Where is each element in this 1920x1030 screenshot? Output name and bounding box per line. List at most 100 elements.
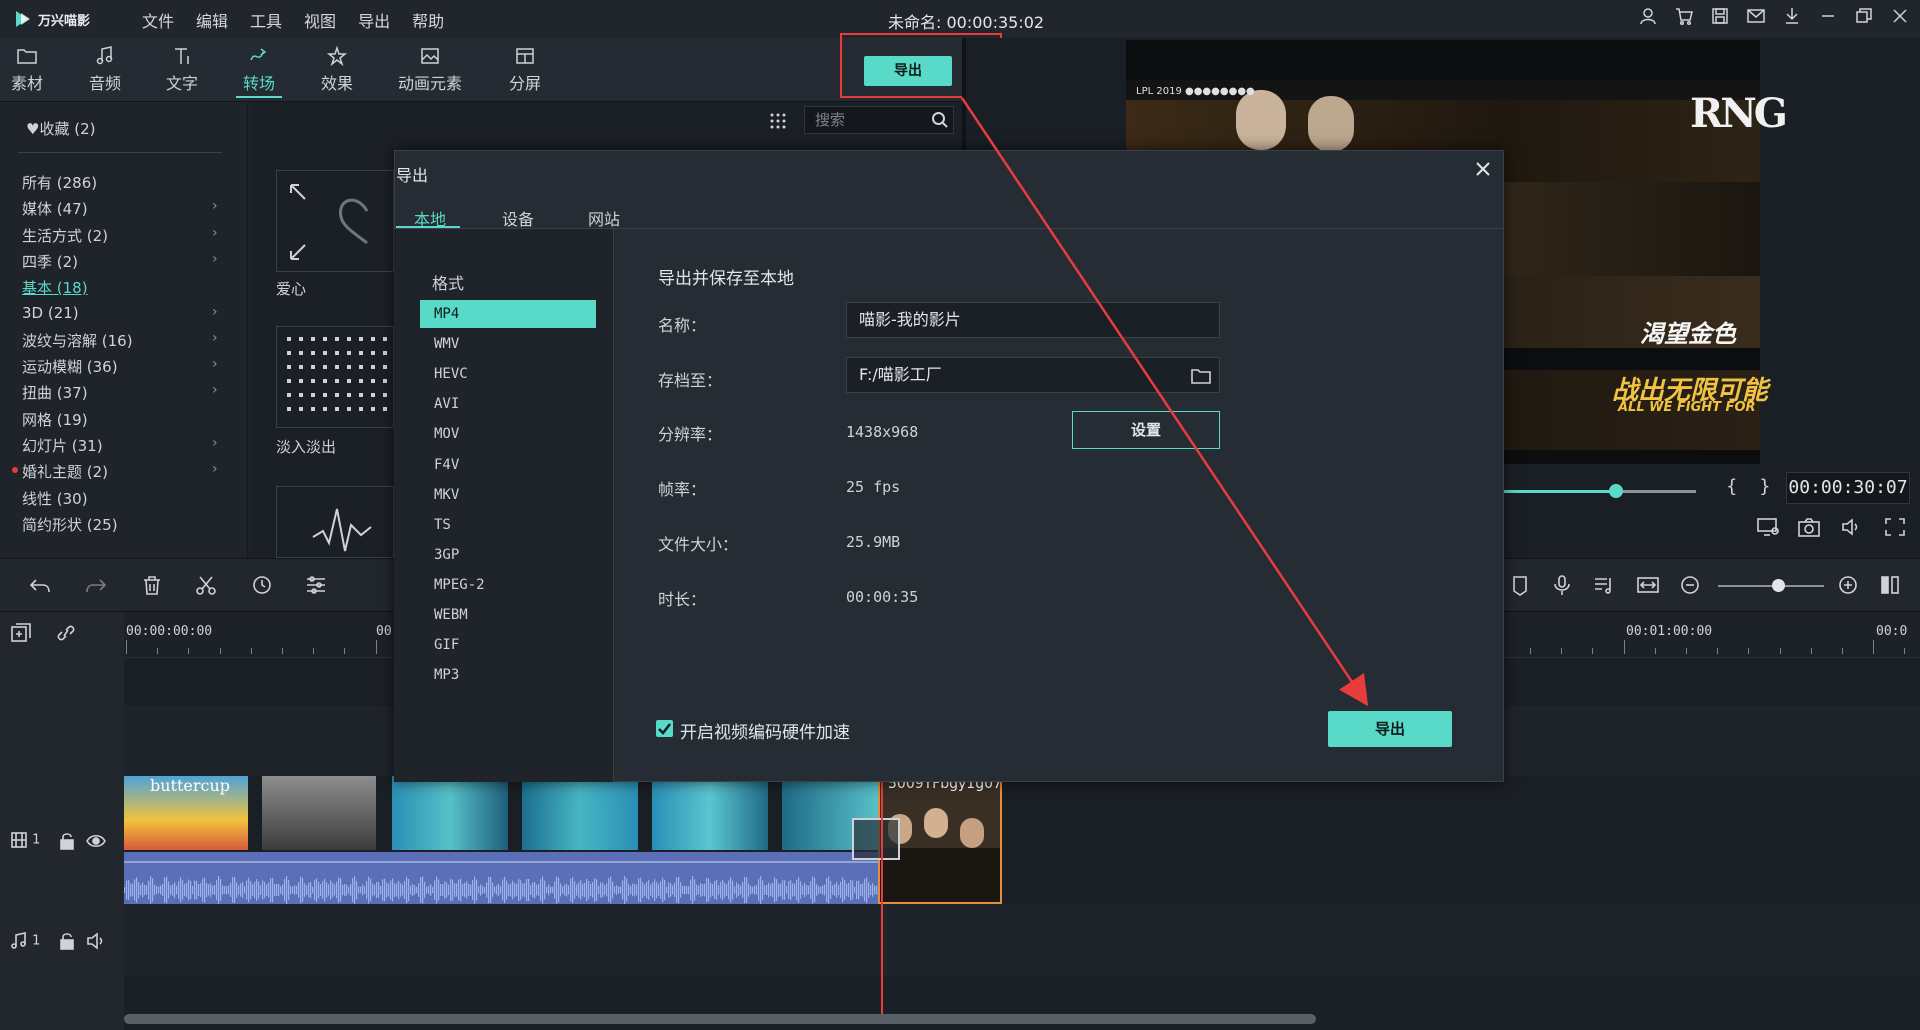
user-icon[interactable] [1638, 6, 1658, 26]
format-option[interactable]: MOV [420, 420, 596, 448]
format-option[interactable]: MPEG-2 [420, 571, 596, 599]
transition-thumb-fade[interactable] [276, 326, 394, 428]
menu-edit[interactable]: 编辑 [196, 8, 228, 32]
download-icon[interactable] [1782, 6, 1802, 26]
fit-timeline-icon[interactable] [1636, 574, 1660, 596]
adjust-sliders-icon[interactable] [304, 574, 328, 596]
playback-scrubber[interactable] [1608, 484, 1623, 498]
marker-icon[interactable] [1508, 574, 1532, 596]
mail-icon[interactable] [1746, 6, 1766, 26]
menu-export[interactable]: 导出 [358, 8, 390, 32]
settings-button[interactable]: 设置 [1072, 411, 1220, 449]
format-option[interactable]: WEBM [420, 601, 596, 629]
tab-elements[interactable]: 动画元素 [395, 46, 465, 94]
microphone-icon[interactable] [1550, 574, 1574, 596]
sidebar-category[interactable]: 网格 (19) [22, 409, 88, 430]
sidebar-category[interactable]: 四季 (2) [22, 251, 78, 272]
audio-track[interactable] [124, 904, 1920, 976]
sidebar-category[interactable]: 扭曲 (37) [22, 382, 88, 403]
panel-toggle-icon[interactable] [1878, 574, 1902, 596]
fullscreen-icon[interactable] [1883, 516, 1907, 538]
chevron-right-icon[interactable]: › [212, 251, 218, 267]
speaker-icon[interactable] [86, 932, 106, 950]
format-option[interactable]: MP4 [420, 300, 596, 328]
audio-waveform[interactable] [124, 852, 878, 904]
chevron-right-icon[interactable]: › [212, 382, 218, 398]
dialog-export-button[interactable]: 导出 [1328, 711, 1452, 747]
sidebar-category[interactable]: 所有 (286) [22, 172, 97, 193]
snapshot-icon[interactable] [1797, 516, 1821, 538]
sidebar-category[interactable]: 媒体 (47) [22, 198, 88, 219]
redo-icon[interactable] [84, 574, 108, 596]
sidebar-category[interactable]: 基本 (18) [22, 277, 88, 298]
sidebar-category[interactable]: 波纹与溶解 (16) [22, 330, 133, 351]
voiceover-list-icon[interactable] [1592, 574, 1616, 596]
zoom-in-icon[interactable] [1836, 574, 1860, 596]
format-option[interactable]: MKV [420, 481, 596, 509]
scissors-icon[interactable] [194, 574, 218, 596]
menu-tools[interactable]: 工具 [250, 8, 282, 32]
close-icon[interactable] [1890, 6, 1910, 26]
eye-icon[interactable] [86, 832, 106, 850]
lock-icon[interactable] [58, 832, 76, 850]
delete-icon[interactable] [140, 574, 164, 596]
tab-transition[interactable]: 转场 [224, 46, 294, 98]
menu-help[interactable]: 帮助 [412, 8, 444, 32]
sidebar-category[interactable]: 运动模糊 (36) [22, 356, 118, 377]
chevron-right-icon[interactable]: › [212, 435, 218, 451]
format-option[interactable]: F4V [420, 451, 596, 479]
chevron-right-icon[interactable]: › [212, 198, 218, 214]
timeline-scrollbar[interactable] [124, 1014, 1316, 1024]
format-option[interactable]: WMV [420, 330, 596, 358]
transition-thumb-heart[interactable] [276, 170, 394, 272]
chevron-right-icon[interactable]: › [212, 225, 218, 241]
link-icon[interactable] [54, 622, 78, 644]
format-option[interactable]: TS [420, 511, 596, 539]
speed-clock-icon[interactable] [250, 574, 274, 596]
playhead-line[interactable] [881, 776, 883, 1016]
search-icon[interactable] [931, 111, 949, 129]
sidebar-category[interactable]: 3D (21) [22, 304, 79, 322]
format-option[interactable]: MP3 [420, 661, 596, 689]
hw-accel-checkbox[interactable] [656, 720, 673, 737]
zoom-slider-thumb[interactable] [1772, 579, 1785, 592]
save-path-field[interactable]: F:/喵影工厂 [846, 357, 1220, 393]
close-icon[interactable] [1472, 158, 1494, 180]
tab-media[interactable]: 素材 [0, 46, 62, 94]
video-clip[interactable] [652, 776, 768, 850]
sidebar-category[interactable]: 生活方式 (2) [22, 225, 108, 246]
zoom-out-icon[interactable] [1678, 574, 1702, 596]
sidebar-category[interactable]: 婚礼主题 (2) [22, 461, 108, 482]
lock-icon[interactable] [58, 932, 76, 950]
name-field[interactable]: 喵影-我的影片 [846, 302, 1220, 338]
tab-device[interactable]: 设备 [502, 206, 534, 230]
mark-in-out-button[interactable]: { } [1726, 476, 1779, 497]
undo-icon[interactable] [28, 574, 52, 596]
menu-view[interactable]: 视图 [304, 8, 336, 32]
sidebar-category[interactable]: 幻灯片 (31) [22, 435, 103, 456]
chevron-right-icon[interactable]: › [212, 356, 218, 372]
sidebar-category[interactable]: 线性 (30) [22, 488, 88, 509]
format-option[interactable]: HEVC [420, 360, 596, 388]
add-track-icon[interactable] [10, 622, 34, 644]
format-option[interactable]: AVI [420, 390, 596, 418]
zoom-slider-track[interactable] [1718, 585, 1824, 587]
save-icon[interactable] [1710, 6, 1730, 26]
volume-icon[interactable] [1840, 516, 1864, 538]
cart-icon[interactable] [1674, 6, 1694, 26]
folder-icon[interactable] [1190, 366, 1212, 386]
video-clip[interactable] [522, 776, 638, 850]
display-settings-icon[interactable] [1756, 516, 1780, 538]
minimize-icon[interactable] [1818, 6, 1838, 26]
format-option[interactable]: 3GP [420, 541, 596, 569]
restore-icon[interactable] [1854, 6, 1874, 26]
menu-file[interactable]: 文件 [142, 8, 174, 32]
search-input[interactable] [805, 107, 925, 133]
chevron-right-icon[interactable]: › [212, 304, 218, 320]
transition-marker[interactable] [852, 818, 900, 860]
tab-text[interactable]: 文字 [147, 46, 217, 94]
favorites-item[interactable]: ♥收藏 (2) [26, 118, 95, 139]
tab-split-screen[interactable]: 分屏 [490, 46, 560, 94]
chevron-right-icon[interactable]: › [212, 461, 218, 477]
video-clip[interactable] [262, 776, 376, 850]
